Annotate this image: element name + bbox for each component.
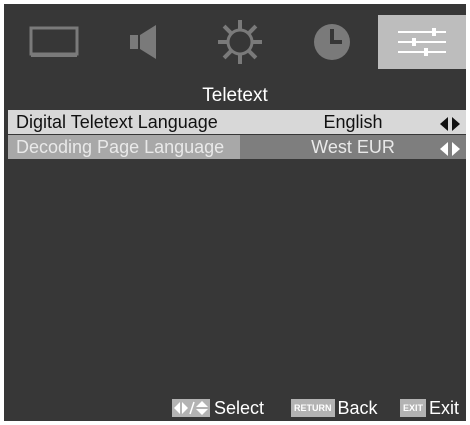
tab-picture[interactable]	[10, 15, 98, 69]
sliders-icon	[398, 28, 446, 56]
exit-key: EXIT	[400, 399, 427, 417]
tab-options[interactable]	[378, 15, 466, 69]
speaker-icon	[130, 25, 156, 59]
tab-time[interactable]	[288, 15, 376, 69]
clock-icon	[314, 24, 350, 60]
menu-tabs	[4, 4, 466, 76]
menu-row-decoding-page-language[interactable]: Decoding Page Language West EUR	[8, 135, 466, 159]
footer-hints: Select RETURN Back EXIT Exit	[4, 395, 466, 421]
tab-sound[interactable]	[100, 15, 188, 69]
menu-row-digital-teletext-language[interactable]: Digital Teletext Language English	[8, 110, 466, 134]
left-right-arrows-icon[interactable]	[440, 140, 460, 161]
tab-settings[interactable]	[196, 15, 284, 69]
row-label: Decoding Page Language	[16, 137, 225, 157]
gear-icon	[218, 20, 262, 64]
hint-exit: EXIT Exit	[400, 397, 459, 419]
hint-back: RETURN Back	[291, 397, 378, 419]
row-label: Digital Teletext Language	[16, 112, 218, 132]
row-value: English	[323, 112, 383, 132]
hint-select: Select	[172, 397, 264, 419]
menu-panel: Teletext Digital Teletext Language Engli…	[4, 4, 466, 421]
exit-label: Exit	[429, 397, 460, 418]
navigation-keys-icon	[172, 399, 210, 417]
back-label: Back	[337, 397, 378, 418]
return-key: RETURN	[291, 399, 335, 417]
page-title: Teletext	[202, 85, 268, 106]
row-value: West EUR	[311, 137, 395, 157]
left-right-arrows-icon[interactable]	[440, 115, 460, 136]
select-label: Select	[214, 397, 265, 418]
monitor-icon	[29, 26, 79, 57]
